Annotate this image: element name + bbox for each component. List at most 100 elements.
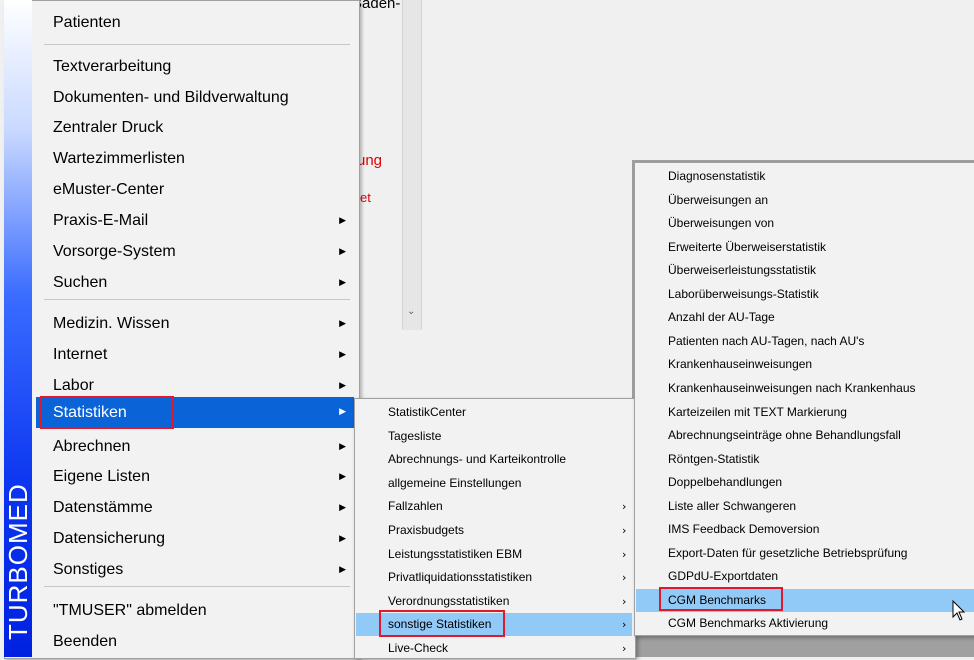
submenu-item-anzahl-der-au-tage[interactable]: Anzahl der AU-Tage [636,306,974,329]
submenu-item-label: Überweisungen von [668,216,775,231]
submenu-item-krankenhauseinweisungen[interactable]: Krankenhauseinweisungen [636,353,974,376]
menu-item-label: Praxis-E-Mail [53,212,149,229]
background-text: et [360,190,371,205]
submenu-item-label: StatistikCenter [388,405,467,419]
submenu-item-diagnosenstatistik[interactable]: Diagnosenstatistik [636,165,974,188]
menu-item-beenden[interactable]: Beenden [36,627,354,657]
submenu-item-erweiterte-überweiserstatistik[interactable]: Erweiterte Überweiserstatistik [636,236,974,259]
menu-separator [44,586,350,587]
menu-item-wartezimmerlisten[interactable]: Wartezimmerlisten [36,144,354,174]
submenu-item-label: Doppelbehandlungen [668,475,783,490]
submenu-arrow-icon: › [622,571,627,585]
menu-item-textverarbeitung[interactable]: Textverarbeitung [36,52,354,82]
submenu-arrow-icon: › [622,524,627,537]
submenu-item-krankenhauseinweisungen-nach-krankenhaus[interactable]: Krankenhauseinweisungen nach Krankenhaus [636,377,974,400]
background-text: ung [357,152,383,169]
annotation-box-sonstige [379,610,505,637]
menu-item-label: Internet [53,346,108,363]
submenu-item-label: Fallzahlen [388,499,443,514]
menu-item-datenstämme[interactable]: Datenstämme ▶ [36,493,354,523]
menu-item-label: Dokumenten- und Bildverwaltung [53,89,289,106]
submenu-item-cgm-benchmarks-aktivierung[interactable]: CGM Benchmarks Aktivierung [636,612,974,635]
submenu-item-label: Abrechnungseinträge ohne Behandlungsfall [668,428,901,443]
submenu-arrow-icon: ▶ [339,319,346,329]
submenu-item-liste-aller-schwangeren[interactable]: Liste aller Schwangeren [636,495,974,518]
submenu-item-leistungsstatistiken-ebm[interactable]: Leistungsstatistiken EBM › [356,543,632,566]
submenu-item-statistikcenter[interactable]: StatistikCenter [356,401,632,424]
submenu-item-laborüberweisungs-statistik[interactable]: Laborüberweisungs-Statistik [636,283,974,306]
submenu-item-abrechnungseinträge-ohne-behandlungsfall[interactable]: Abrechnungseinträge ohne Behandlungsfall [636,424,974,447]
submenu-item-fallzahlen[interactable]: Fallzahlen › [356,495,632,518]
menu-item-label: Suchen [53,274,108,291]
menu-item-dokumenten-und-bildverwaltung[interactable]: Dokumenten- und Bildverwaltung [36,83,354,113]
menu-item-abrechnen[interactable]: Abrechnen ▶ [36,432,354,462]
submenu-item-praxisbudgets[interactable]: Praxisbudgets › [356,519,632,542]
submenu-item-allgemeine-einstellungen[interactable]: allgemeine Einstellungen [356,472,632,495]
menu-item-eigene-listen[interactable]: Eigene Listen ▶ [36,462,354,492]
submenu-arrow-icon: ▶ [339,350,346,360]
submenu-arrow-icon: ▶ [339,534,346,544]
submenu-item-label: Abrechnungs- und Karteikontrolle [388,452,567,467]
submenu-item-label: allgemeine Einstellungen [388,475,522,490]
submenu-item-abrechnungs-und-karteikontrolle[interactable]: Abrechnungs- und Karteikontrolle [356,448,632,471]
menu-item-sonstiges[interactable]: Sonstiges ▶ [36,555,354,585]
submenu-item-label: Überweiserleistungsstatistik [668,263,817,278]
submenu-item-label: CGM Benchmarks Aktivierung [668,616,829,631]
submenu-item-ims-feedback-demoversion[interactable]: IMS Feedback Demoversion [636,518,974,541]
menu-item-label: Textverarbeitung [53,58,172,75]
submenu-arrow-icon: › [622,547,627,561]
menu-item-suchen[interactable]: Suchen ▶ [36,268,354,298]
menu-item-label: "TMUSER" abmelden [53,602,207,619]
menu-item-vorsorge-system[interactable]: Vorsorge-System ▶ [36,237,354,267]
submenu-item-label: Röntgen-Statistik [668,451,760,466]
chevron-down-icon[interactable]: ⌄ [407,306,415,317]
submenu-item-label: Liste aller Schwangeren [668,498,797,513]
menu-item-label: Sonstiges [53,561,124,578]
submenu-item-gdpdu-exportdaten[interactable]: GDPdU-Exportdaten [636,565,974,588]
submenu-item-label: IMS Feedback Demoversion [668,522,820,537]
submenu-item-überweisungen-an[interactable]: Überweisungen an [636,189,974,212]
annotation-box-cgm-benchmarks [659,587,783,611]
menu-item-patienten[interactable]: Patienten [36,8,354,38]
submenu-arrow-icon: › [622,618,627,632]
submenu-item-doppelbehandlungen[interactable]: Doppelbehandlungen [636,471,974,494]
submenu-arrow-icon: ▶ [339,472,346,482]
menu-item-emuster-center[interactable]: eMuster-Center [36,175,354,205]
turbomed-banner: TURBOMED [3,0,33,657]
submenu-item-überweiserleistungsstatistik[interactable]: Überweiserleistungsstatistik [636,259,974,282]
menu-item-tmuser-abmelden[interactable]: "TMUSER" abmelden [36,596,354,626]
menu-item-label: Datenstämme [53,499,153,516]
submenu-item-label: Export-Daten für gesetzliche Betriebsprü… [668,545,908,560]
menu-item-label: Abrechnen [53,438,131,455]
menu-item-label: Zentraler Druck [53,119,164,136]
submenu-arrow-icon: ▶ [339,247,346,257]
menu-item-label: Medizin. Wissen [53,315,170,332]
submenu-item-überweisungen-von[interactable]: Überweisungen von [636,212,974,235]
submenu-item-label: Tagesliste [388,428,442,443]
background-scrollbar[interactable]: ⌄ [402,0,422,330]
submenu-arrow-icon: ▶ [339,216,346,226]
menu-item-datensicherung[interactable]: Datensicherung ▶ [36,524,354,554]
submenu-item-label: Krankenhauseinweisungen [668,357,813,372]
submenu-item-label: Laborüberweisungs-Statistik [668,286,819,301]
submenu-item-patienten-nach-au-tagen-nach-au-s[interactable]: Patienten nach AU-Tagen, nach AU's [636,330,974,353]
menu-item-praxis-e-mail[interactable]: Praxis-E-Mail ▶ [36,206,354,236]
submenu-item-privatliquidationsstatistiken[interactable]: Privatliquidationsstatistiken › [356,566,632,589]
menu-item-zentraler-druck[interactable]: Zentraler Druck [36,113,354,143]
menu-item-label: Patienten [53,14,121,31]
menu-item-medizin-wissen[interactable]: Medizin. Wissen ▶ [36,309,354,339]
annotation-box-statistiken [40,396,174,429]
menu-item-label: Datensicherung [53,530,166,547]
submenu-item-export-daten-für-gesetzliche-betriebsprüfung[interactable]: Export-Daten für gesetzliche Betriebsprü… [636,542,974,565]
submenu-item-label: Diagnosenstatistik [668,169,766,183]
submenu-item-label: Privatliquidationsstatistiken [388,570,533,585]
submenu-item-röntgen-statistik[interactable]: Röntgen-Statistik [636,448,974,471]
submenu-arrow-icon: ▶ [339,503,346,513]
menu-item-internet[interactable]: Internet ▶ [36,340,354,370]
submenu-item-label: Überweisungen an [668,192,769,207]
submenu-item-tagesliste[interactable]: Tagesliste [356,425,632,448]
submenu-item-karteizeilen-mit-text-markierung[interactable]: Karteizeilen mit TEXT Markierung [636,401,974,424]
submenu-item-label: GDPdU-Exportdaten [668,569,779,584]
banner-label: TURBOMED [3,483,33,640]
submenu-arrow-icon: ▶ [339,278,346,288]
